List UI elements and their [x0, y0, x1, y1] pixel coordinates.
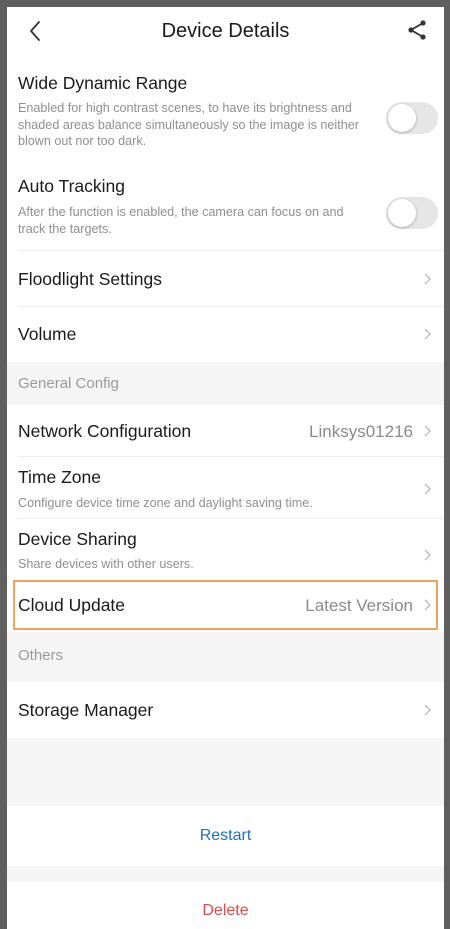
- time-zone-title: Time Zone: [18, 467, 101, 487]
- page-title: Device Details: [161, 20, 290, 42]
- wdr-title: Wide Dynamic Range: [18, 73, 188, 93]
- auto-tracking-toggle[interactable]: [386, 197, 438, 229]
- section-label: Others: [18, 647, 64, 664]
- cloud-update-title: Cloud Update: [18, 595, 126, 615]
- toggle-knob: [388, 199, 416, 227]
- network-config-title: Network Configuration: [18, 421, 192, 441]
- cloud-update-row[interactable]: Cloud Update Latest Version: [7, 580, 444, 630]
- time-zone-row[interactable]: Time Zone Configure device time zone and…: [7, 457, 444, 519]
- floodlight-row[interactable]: Floodlight Settings: [7, 251, 444, 307]
- auto-tracking-title: Auto Tracking: [18, 176, 125, 196]
- spacer: [7, 738, 444, 806]
- wdr-row: Wide Dynamic Range Enabled for high cont…: [7, 62, 444, 168]
- chevron-right-icon: [424, 425, 431, 437]
- chevron-right-icon: [424, 273, 431, 285]
- chevron-right-icon: [424, 704, 431, 716]
- wdr-description: Enabled for high contrast scenes, to hav…: [18, 101, 359, 148]
- network-config-row[interactable]: Network Configuration Linksys01216: [7, 405, 444, 457]
- delete-button[interactable]: Delete: [7, 882, 444, 929]
- restart-button[interactable]: Restart: [7, 806, 444, 866]
- auto-tracking-row: Auto Tracking After the function is enab…: [7, 168, 444, 251]
- storage-manager-title: Storage Manager: [18, 700, 154, 720]
- auto-tracking-description: After the function is enabled, the camer…: [18, 205, 344, 236]
- volume-title: Volume: [18, 324, 77, 344]
- device-details-screen: Device Details Wide Dynamic Range Enable…: [7, 7, 444, 929]
- time-zone-description: Configure device time zone and daylight …: [18, 496, 313, 510]
- chevron-right-icon: [424, 599, 431, 611]
- device-sharing-description: Share devices with other users.: [18, 557, 194, 571]
- general-config-section: General Config: [7, 362, 444, 405]
- share-icon[interactable]: [404, 17, 430, 43]
- device-sharing-title: Device Sharing: [18, 529, 137, 549]
- network-config-value: Linksys01216: [309, 422, 413, 441]
- volume-row[interactable]: Volume: [7, 307, 444, 362]
- app-frame: Device Details Wide Dynamic Range Enable…: [0, 0, 450, 929]
- others-section: Others: [7, 632, 444, 682]
- wdr-toggle[interactable]: [386, 102, 438, 134]
- toggle-knob: [388, 104, 416, 132]
- chevron-right-icon: [424, 328, 431, 340]
- storage-manager-row[interactable]: Storage Manager: [7, 682, 444, 738]
- cloud-update-value: Latest Version: [305, 596, 413, 615]
- delete-label: Delete: [202, 902, 249, 919]
- spacer: [7, 866, 444, 882]
- restart-label: Restart: [199, 827, 252, 844]
- chevron-right-icon: [424, 483, 431, 495]
- chevron-right-icon: [424, 549, 431, 561]
- section-label: General Config: [18, 375, 119, 392]
- floodlight-title: Floodlight Settings: [18, 269, 162, 289]
- device-sharing-row[interactable]: Device Sharing Share devices with other …: [7, 519, 444, 580]
- header-bar: Device Details: [7, 7, 444, 57]
